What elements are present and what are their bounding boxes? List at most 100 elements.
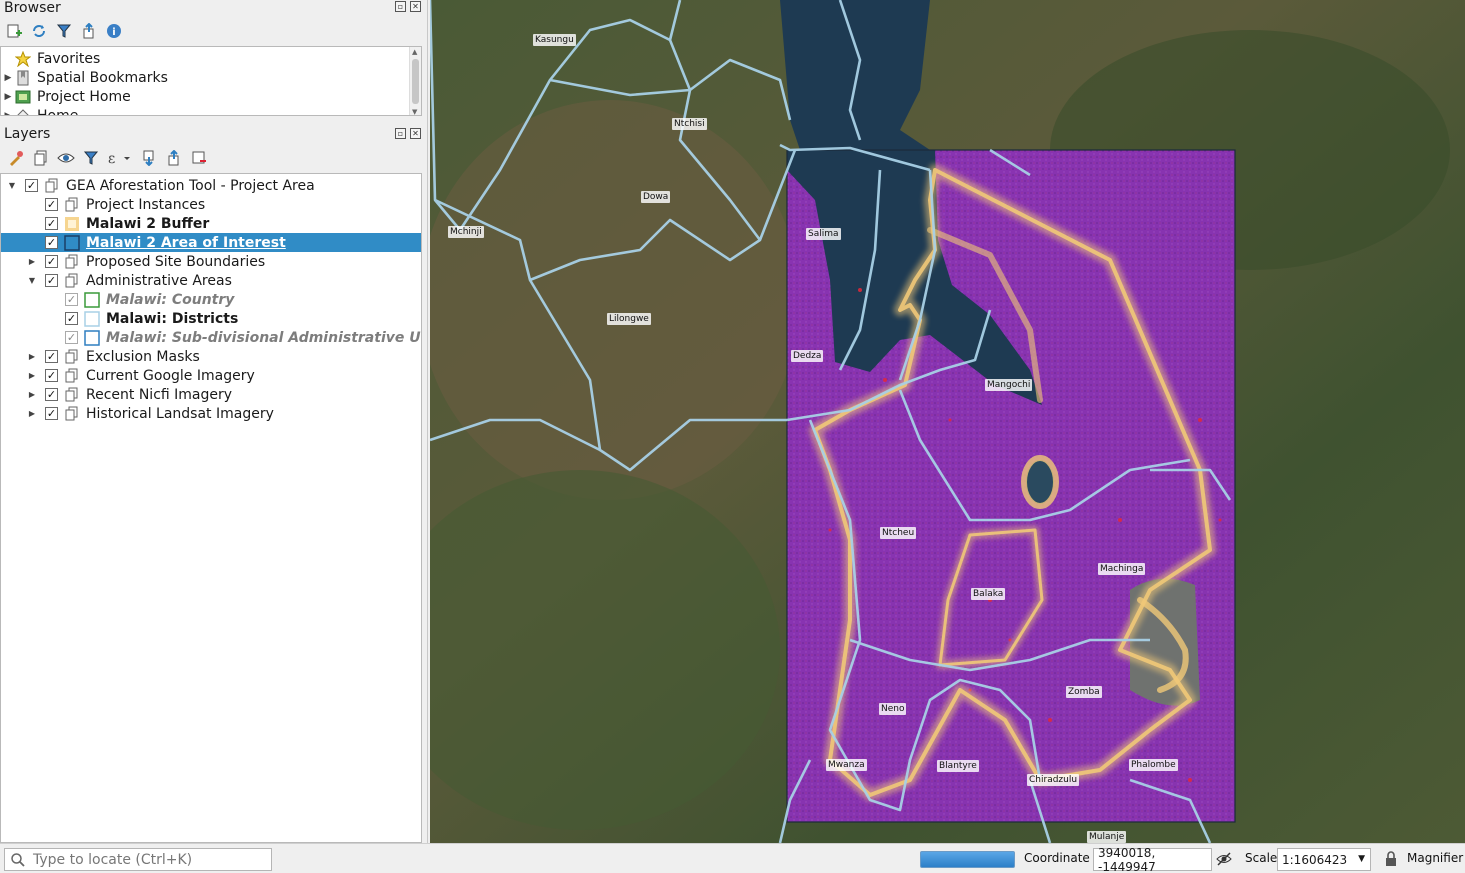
browser-tree[interactable]: Favorites ▶ Spatial Bookmarks ▶ Project … bbox=[0, 46, 422, 116]
map-label-zomba: Zomba bbox=[1066, 686, 1102, 698]
render-progress-bar bbox=[920, 851, 1015, 868]
scale-combobox[interactable]: 1:1606423 ▼ bbox=[1277, 848, 1371, 871]
layers-float-button[interactable]: ▫ bbox=[395, 128, 406, 139]
browser-item-label: Spatial Bookmarks bbox=[37, 69, 168, 86]
layer-checkbox[interactable]: ✓ bbox=[45, 369, 58, 382]
expand-arrow-icon[interactable]: ▶ bbox=[27, 352, 37, 361]
collapse-all-layers-icon[interactable] bbox=[164, 148, 184, 168]
browser-item-home[interactable]: ▶ Home bbox=[1, 106, 78, 116]
collapse-all-icon[interactable] bbox=[79, 21, 99, 41]
expand-arrow-icon[interactable]: ▶ bbox=[27, 390, 37, 399]
map-label-mulanje: Mulanje bbox=[1087, 831, 1127, 843]
layer-malawi-2-buffer[interactable]: ✓ Malawi 2 Buffer bbox=[1, 214, 421, 233]
visibility-eye-icon[interactable] bbox=[56, 148, 76, 168]
layer-group-project-area[interactable]: ▼ ✓ GEA Aforestation Tool - Project Area bbox=[1, 176, 421, 195]
layer-checkbox[interactable]: ✓ bbox=[45, 198, 58, 211]
map-label-machinga: Machinga bbox=[1098, 563, 1146, 575]
layer-group-current-google-imagery[interactable]: ▶ ✓ Current Google Imagery bbox=[1, 366, 421, 385]
home-folder-icon bbox=[15, 108, 31, 115]
layer-malawi-2-area-of-interest[interactable]: ✓ Malawi 2 Area of Interest bbox=[1, 233, 421, 252]
layer-group-proposed-site-boundaries[interactable]: ▶ ✓ Proposed Site Boundaries bbox=[1, 252, 421, 271]
layer-label: Malawi 2 Buffer bbox=[86, 215, 210, 232]
browser-close-button[interactable]: ✕ bbox=[410, 1, 421, 12]
layer-malawi-sub-divisional-unit[interactable]: ✓ Malawi: Sub-divisional Administrative … bbox=[1, 328, 421, 347]
expression-filter-icon[interactable]: ε bbox=[106, 148, 134, 168]
style-manager-icon[interactable] bbox=[6, 148, 26, 168]
lock-scale-icon[interactable] bbox=[1384, 851, 1398, 871]
browser-item-favorites[interactable]: Favorites bbox=[1, 49, 100, 68]
layers-panel-title: Layers bbox=[4, 126, 51, 142]
layer-label: Proposed Site Boundaries bbox=[86, 253, 266, 270]
coordinate-value: 3940018, -1449947 bbox=[1098, 845, 1156, 873]
group-icon bbox=[64, 368, 80, 384]
scale-label: Scale bbox=[1245, 851, 1278, 865]
layer-checkbox[interactable]: ✓ bbox=[45, 388, 58, 401]
map-label-lilongwe: Lilongwe bbox=[607, 313, 651, 325]
info-icon[interactable]: i bbox=[104, 21, 124, 41]
layers-tree[interactable]: ▼ ✓ GEA Aforestation Tool - Project Area… bbox=[0, 173, 422, 843]
map-label-salima: Salima bbox=[806, 228, 841, 240]
expand-all-icon[interactable] bbox=[139, 148, 159, 168]
layer-group-administrative-areas[interactable]: ▼ ✓ Administrative Areas bbox=[1, 271, 421, 290]
layer-checkbox[interactable]: ✓ bbox=[45, 274, 58, 287]
magnifier-label: Magnifier bbox=[1407, 851, 1464, 865]
browser-scrollbar[interactable]: ▲ ▼ bbox=[409, 47, 421, 115]
layer-checkbox[interactable]: ✓ bbox=[25, 179, 38, 192]
project-home-icon bbox=[15, 89, 31, 105]
browser-item-label: Favorites bbox=[37, 50, 101, 67]
layer-group-recent-nicfi-imagery[interactable]: ▶ ✓ Recent Nicfi Imagery bbox=[1, 385, 421, 404]
locator-search-box[interactable]: Type to locate (Ctrl+K) bbox=[4, 848, 272, 871]
browser-item-label: Project Home bbox=[37, 88, 131, 105]
layers-close-button[interactable]: ✕ bbox=[410, 128, 421, 139]
layer-checkbox[interactable]: ✓ bbox=[65, 293, 78, 306]
layer-checkbox[interactable]: ✓ bbox=[45, 217, 58, 230]
refresh-icon[interactable] bbox=[29, 21, 49, 41]
layer-checkbox[interactable]: ✓ bbox=[45, 350, 58, 363]
layer-checkbox[interactable]: ✓ bbox=[45, 255, 58, 268]
expand-arrow-icon[interactable]: ▶ bbox=[27, 409, 37, 418]
layer-group-project-instances[interactable]: ✓ Project Instances bbox=[1, 195, 421, 214]
layer-group-historical-landsat-imagery[interactable]: ▶ ✓ Historical Landsat Imagery bbox=[1, 404, 421, 423]
add-group-icon[interactable] bbox=[31, 148, 51, 168]
expand-arrow-icon[interactable]: ▶ bbox=[27, 371, 37, 380]
map-canvas[interactable]: Kasungu Ntchisi Dowa Mchinji Salima Lilo… bbox=[430, 0, 1465, 843]
scale-value: 1:1606423 bbox=[1282, 852, 1348, 867]
map-label-dedza: Dedza bbox=[791, 350, 824, 362]
browser-item-spatial-bookmarks[interactable]: ▶ Spatial Bookmarks bbox=[1, 68, 168, 87]
filter-icon[interactable] bbox=[54, 21, 74, 41]
expand-arrow-icon[interactable]: ▶ bbox=[27, 257, 37, 266]
coordinate-field[interactable]: 3940018, -1449947 bbox=[1093, 845, 1212, 873]
filter-legend-icon[interactable] bbox=[81, 148, 101, 168]
map-label-mwanza: Mwanza bbox=[826, 759, 867, 771]
browser-float-button[interactable]: ▫ bbox=[395, 1, 406, 12]
locator-placeholder: Type to locate (Ctrl+K) bbox=[33, 851, 193, 868]
subdivision-symbol-icon bbox=[84, 329, 100, 346]
layer-malawi-districts[interactable]: ✓ Malawi: Districts bbox=[1, 309, 421, 328]
layer-checkbox[interactable]: ✓ bbox=[45, 407, 58, 420]
layer-label: Historical Landsat Imagery bbox=[86, 405, 274, 422]
layer-checkbox[interactable]: ✓ bbox=[65, 331, 78, 344]
map-label-chiradzulu: Chiradzulu bbox=[1027, 774, 1080, 786]
expand-arrow-icon[interactable]: ▶ bbox=[1, 111, 15, 116]
map-render bbox=[430, 0, 1465, 843]
map-label-balaka: Balaka bbox=[971, 588, 1006, 600]
collapse-arrow-icon[interactable]: ▼ bbox=[7, 181, 17, 190]
expand-arrow-icon[interactable]: ▶ bbox=[1, 92, 15, 102]
browser-item-project-home[interactable]: ▶ Project Home bbox=[1, 87, 131, 106]
map-label-dowa: Dowa bbox=[641, 191, 671, 203]
remove-layer-icon[interactable] bbox=[189, 148, 209, 168]
star-icon bbox=[15, 50, 31, 67]
add-selected-layers-icon[interactable] bbox=[4, 21, 24, 41]
layer-group-exclusion-masks[interactable]: ▶ ✓ Exclusion Masks bbox=[1, 347, 421, 366]
layer-checkbox[interactable]: ✓ bbox=[65, 312, 78, 325]
expand-arrow-icon[interactable]: ▶ bbox=[1, 73, 15, 83]
toggle-extents-icon[interactable] bbox=[1215, 851, 1233, 871]
collapse-arrow-icon[interactable]: ▼ bbox=[27, 276, 37, 285]
map-label-phalombe: Phalombe bbox=[1129, 759, 1178, 771]
layer-checkbox[interactable]: ✓ bbox=[45, 236, 58, 249]
country-symbol-icon bbox=[84, 291, 100, 308]
group-icon bbox=[64, 387, 80, 403]
aoi-symbol-icon bbox=[64, 234, 80, 251]
layer-label: Malawi: Country bbox=[106, 291, 235, 308]
layer-malawi-country[interactable]: ✓ Malawi: Country bbox=[1, 290, 421, 309]
